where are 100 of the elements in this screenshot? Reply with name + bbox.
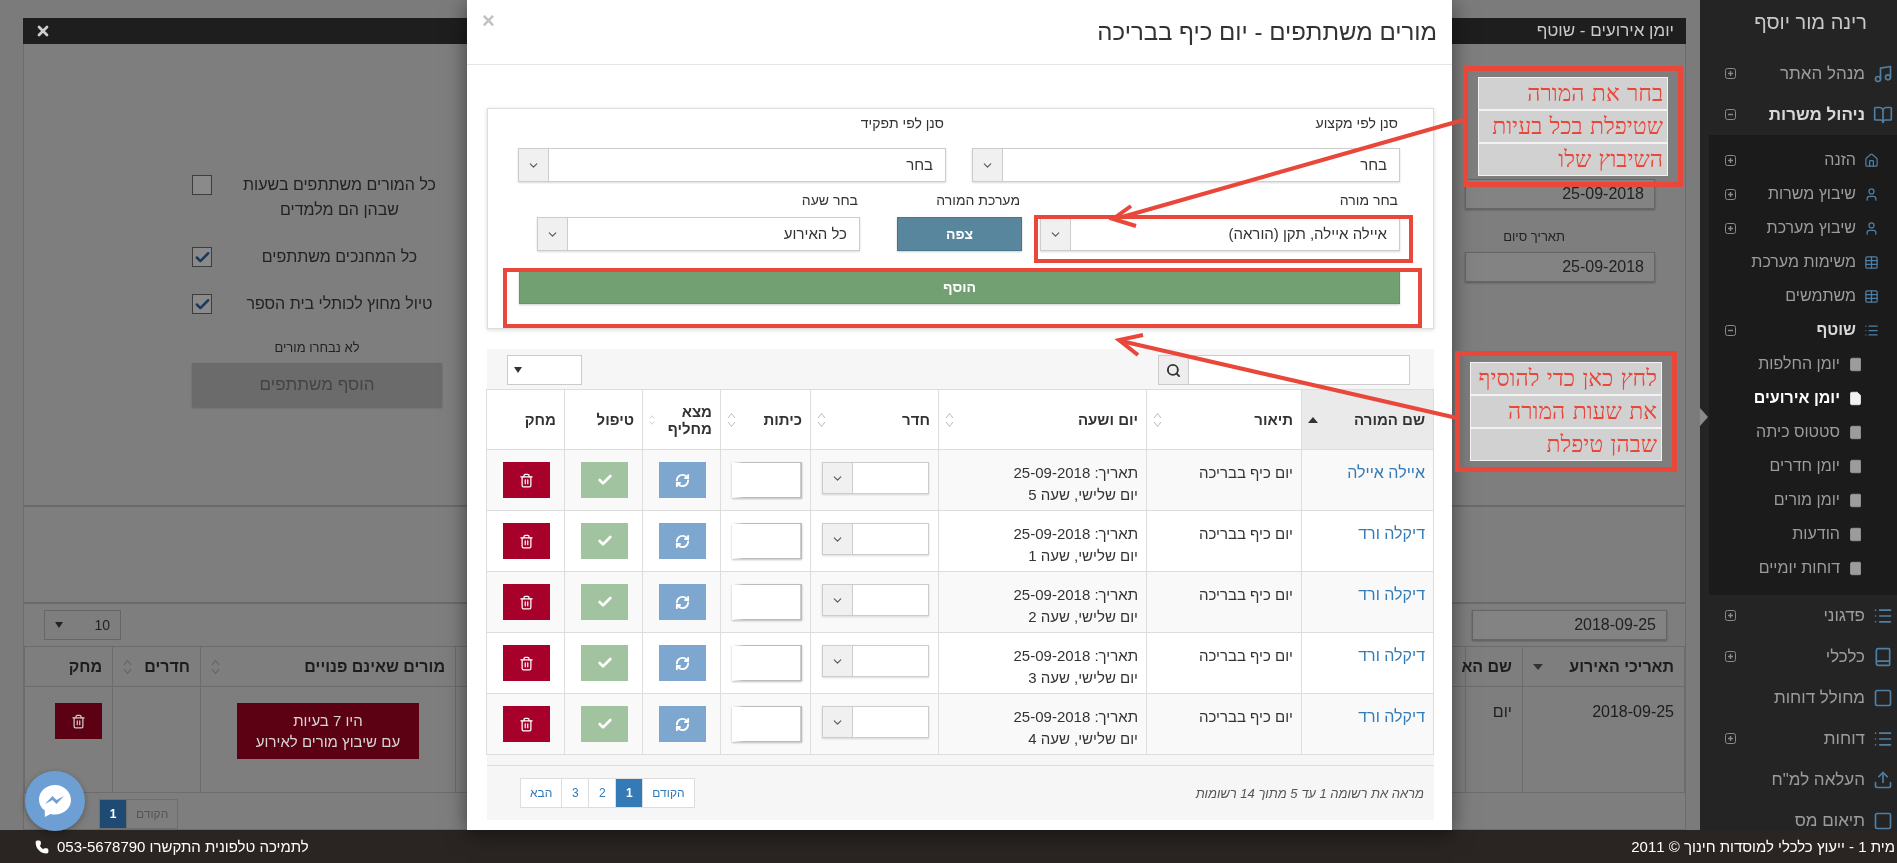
sidebar-item[interactable]: פדגוני [1709,595,1897,636]
classes-field[interactable] [731,584,802,620]
sidebar-item[interactable]: כלכלי [1709,636,1897,677]
classes-field[interactable] [731,523,802,559]
column-header[interactable]: מחק [486,389,565,450]
sidebar-item[interactable]: יומן חדרים [1709,449,1897,483]
sidebar-item[interactable]: יומן אירועים [1709,381,1897,415]
handled-button[interactable] [581,462,628,498]
sidebar-item[interactable]: מנהל האתר [1709,53,1897,94]
teacher-link[interactable]: דיקלה ורד [1358,708,1425,725]
collapse-icon[interactable] [1725,109,1736,120]
sidebar-item[interactable]: שיבוץ מערכת [1709,211,1897,245]
book-icon [1848,458,1863,474]
callout-text: שבהן טיפלת [1470,428,1662,461]
column-header[interactable]: חדר [810,389,939,450]
classes-field[interactable] [731,645,802,681]
delete-button[interactable] [503,584,550,620]
filter-dropdown[interactable]: בחר [972,148,1400,182]
records-info: מראה את רשומה 1 עד 5 מתוך 14 רשומות [1195,785,1424,801]
trash-icon [519,594,534,610]
handled-button[interactable] [581,706,628,742]
sidebar-item[interactable]: יומן החלפות [1709,347,1897,381]
page-button[interactable]: 1 [99,799,127,829]
expand-icon[interactable] [1725,188,1736,200]
search-button[interactable] [1159,356,1189,384]
column-header[interactable]: מורים שאינם פנויים [200,646,456,687]
find-substitute-button[interactable] [659,706,706,742]
expand-icon[interactable] [1725,222,1736,234]
checkbox[interactable] [192,294,212,314]
caret-icon [514,367,522,373]
end-date-field[interactable]: 25-09-2018 [1465,252,1655,282]
page-button[interactable]: הבא [520,778,563,808]
search-field[interactable] [1158,355,1410,385]
sidebar-item[interactable]: משימות מערכת [1709,245,1897,279]
handled-button[interactable] [581,584,628,620]
view-button[interactable]: צפה [897,217,1022,251]
column-header[interactable]: טיפול [564,389,643,450]
expand-icon[interactable] [1725,733,1736,744]
sidebar-item[interactable]: העלאה למ"ח [1709,759,1897,800]
column-header[interactable]: שם המורה [1301,389,1434,450]
list-icon [1864,322,1879,338]
date-filter-field[interactable]: 2018-09-25 [1472,610,1667,640]
delete-button[interactable] [503,462,550,498]
checkbox[interactable] [192,175,212,195]
column-header[interactable]: כיתות [720,389,811,450]
find-substitute-button[interactable] [659,645,706,681]
delete-button[interactable] [503,645,550,681]
column-header[interactable]: תאריכי האירוע [1522,646,1685,687]
classes-field[interactable] [731,706,802,742]
close-icon[interactable] [35,23,51,39]
checkbox[interactable] [192,247,212,267]
find-substitute-button[interactable] [659,584,706,620]
sidebar-item[interactable]: דוחות יומיים [1709,551,1897,585]
find-substitute-button[interactable] [659,523,706,559]
sidebar-item[interactable]: סטטוס כיתה [1709,415,1897,449]
column-header[interactable]: תיאור [1146,389,1302,450]
column-header[interactable]: יום ושעה [938,389,1147,450]
sidebar-item[interactable]: דוחות [1709,718,1897,759]
column-header[interactable]: מצא מחליף [642,389,721,450]
teacher-link[interactable]: איילה איילה [1347,464,1425,481]
expand-icon[interactable] [1725,68,1736,79]
sidebar-item[interactable]: משתמשים [1709,279,1897,313]
page-button[interactable]: הקודם [642,778,695,808]
handled-button[interactable] [581,523,628,559]
page-size-select[interactable]: 10 [44,610,121,640]
teacher-link[interactable]: דיקלה ורד [1358,647,1425,664]
expand-icon[interactable] [1725,154,1736,166]
filter-dropdown[interactable]: בחר [518,148,946,182]
delete-button[interactable] [55,703,102,739]
refresh-icon [675,655,690,671]
trash-icon [71,713,86,729]
phone-icon [35,839,49,854]
column-header[interactable]: חדרים [112,646,201,687]
sidebar-item[interactable]: יומן מורים [1709,483,1897,517]
sidebar-item[interactable]: ניהול משרות [1709,94,1897,135]
delete-button[interactable] [503,706,550,742]
file-icon [1848,390,1863,406]
collapse-icon[interactable] [1725,324,1736,336]
handled-button[interactable] [581,645,628,681]
hour-dropdown[interactable]: כל האירוע [537,217,860,251]
teacher-link[interactable]: דיקלה ורד [1358,586,1425,603]
sidebar-item[interactable]: הודעות [1709,517,1897,551]
find-substitute-button[interactable] [659,462,706,498]
column-header[interactable]: מחק [24,646,113,687]
square-icon [1873,687,1893,708]
expand-icon[interactable] [1725,610,1736,621]
page-button[interactable]: 2 [588,778,617,808]
sidebar-item[interactable]: מחולל דוחות [1709,677,1897,718]
expand-icon[interactable] [1725,651,1736,662]
page-button[interactable]: 3 [561,778,590,808]
delete-button[interactable] [503,523,550,559]
teacher-dropdown[interactable]: איילה איילה, תקן (הוראה) [1040,217,1400,251]
problems-button[interactable]: היו 7 בעיות עם שיבוץ מורים לאירוע [237,703,419,759]
page-button[interactable]: 1 [615,778,644,808]
teacher-link[interactable]: דיקלה ורד [1358,525,1425,542]
sidebar-item[interactable]: הזנה [1709,143,1897,177]
sidebar-item[interactable]: שוטף [1709,313,1897,347]
callout-text: השיבוץ שלו [1478,143,1668,176]
sidebar-item[interactable]: שיבוץ משרות [1709,177,1897,211]
classes-field[interactable] [731,462,802,498]
